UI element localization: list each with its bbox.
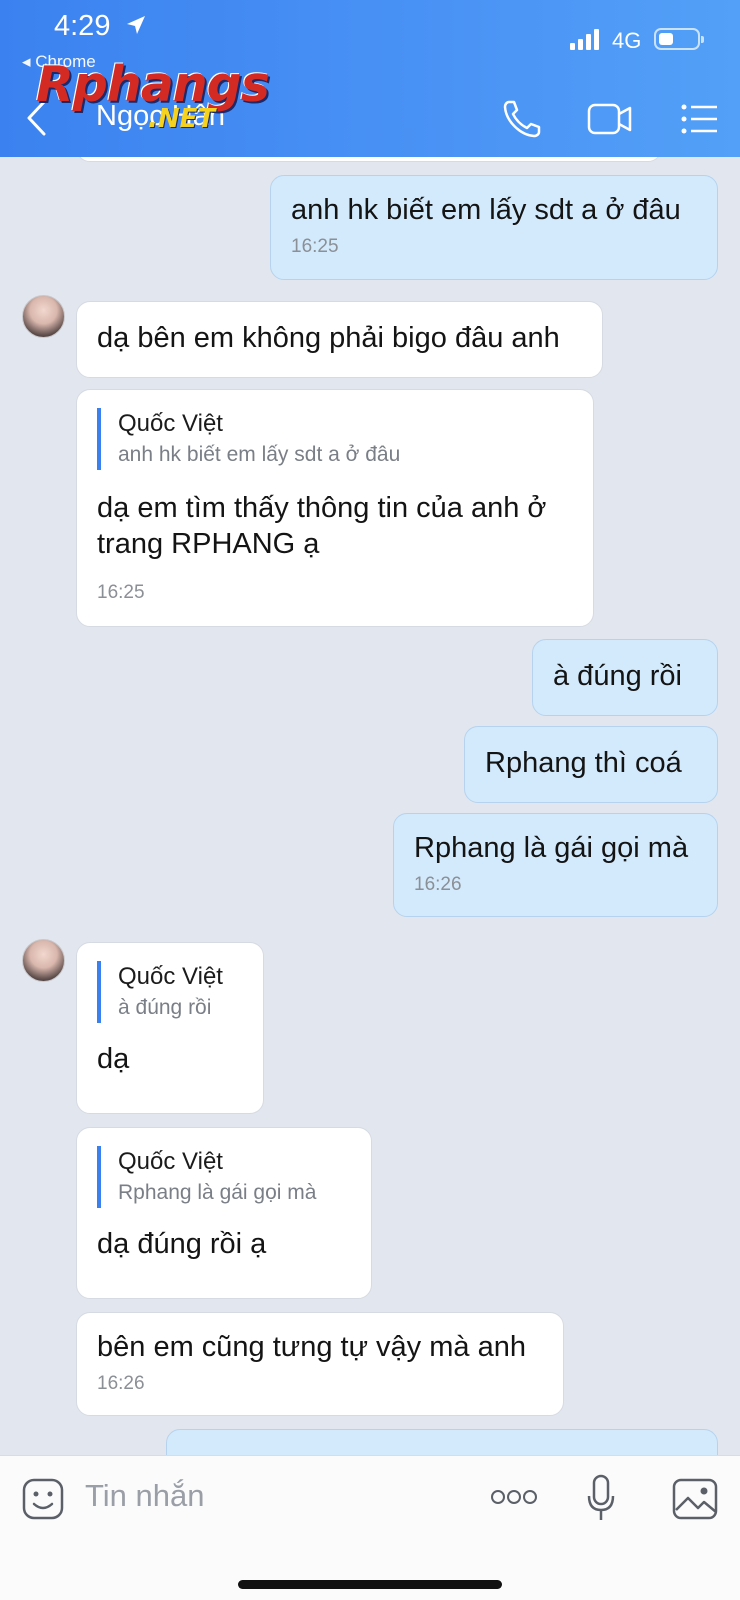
outgoing-message[interactable]: anh hk biết em lấy sdt a ở đâu 16:25: [270, 175, 718, 280]
outgoing-message[interactable]: à đúng rồi: [532, 639, 718, 716]
cellular-signal-icon: [570, 29, 599, 50]
sticker-emoji-icon[interactable]: [22, 1478, 64, 1520]
message-time: 16:25: [97, 582, 145, 603]
incoming-message[interactable]: Quốc Việt à đúng rồi dạ: [76, 942, 264, 1114]
battery-icon: [654, 28, 704, 50]
reply-quote[interactable]: Quốc Việt Rphang là gái gọi mà: [97, 1146, 351, 1208]
message-time: 16:25: [291, 236, 339, 257]
message-time: 16:26: [414, 874, 462, 895]
status-time: 4:29: [54, 10, 111, 42]
reply-sender: Quốc Việt: [118, 1148, 223, 1175]
message-time: 16:26: [97, 1373, 145, 1394]
location-arrow-icon: [127, 16, 145, 34]
menu-list-icon[interactable]: [680, 97, 720, 141]
contact-avatar[interactable]: [22, 939, 65, 982]
home-indicator: [238, 1580, 502, 1589]
message-list[interactable]: anh hk biết em lấy sdt a ở đâu 16:25 dạ …: [0, 157, 740, 1455]
reply-quote[interactable]: Quốc Việt à đúng rồi: [97, 961, 243, 1023]
message-text: à đúng rồi: [553, 660, 682, 692]
chat-header: 4:29 ◂ Chrome 4G Ngọc Hân Rphangs .NET: [0, 0, 740, 157]
reply-sender: Quốc Việt: [118, 410, 223, 437]
reply-text: anh hk biết em lấy sdt a ở đâu: [118, 443, 401, 466]
outgoing-message[interactable]: Rphang là gái gọi mà 16:26: [393, 813, 718, 917]
message-text: dạ em tìm thấy thông tin của anh ở trang…: [97, 492, 547, 560]
message-text: dạ đúng rồi ạ: [97, 1228, 267, 1260]
message-input[interactable]: Tin nhắn: [85, 1478, 205, 1514]
contact-avatar[interactable]: [22, 295, 65, 338]
reply-sender: Quốc Việt: [118, 963, 223, 990]
incoming-message[interactable]: bên em cũng tưng tự vậy mà anh 16:26: [76, 1312, 564, 1416]
message-text: bên em cũng tưng tự vậy mà anh: [97, 1331, 526, 1363]
reply-text: à đúng rồi: [118, 996, 212, 1019]
more-options-icon[interactable]: [490, 1488, 538, 1506]
watermark-suffix: .NET: [148, 104, 216, 134]
reply-quote[interactable]: Quốc Việt anh hk biết em lấy sdt a ở đâu: [97, 408, 573, 470]
incoming-message[interactable]: dạ bên em không phải bigo đâu anh: [76, 301, 603, 378]
photo-gallery-icon[interactable]: [672, 1478, 718, 1520]
message-text: anh hk biết em lấy sdt a ở đâu: [291, 194, 681, 226]
watermark-logo: Rphangs .NET: [36, 56, 270, 134]
message-text: dạ bên em không phải bigo đâu anh: [97, 322, 560, 354]
incoming-message[interactable]: Quốc Việt Rphang là gái gọi mà dạ đúng r…: [76, 1127, 372, 1299]
message-text: Rphang thì coá: [485, 747, 682, 779]
microphone-icon[interactable]: [586, 1474, 616, 1524]
network-type: 4G: [612, 28, 642, 53]
incoming-message[interactable]: Quốc Việt anh hk biết em lấy sdt a ở đâu…: [76, 389, 594, 627]
video-call-icon[interactable]: [586, 97, 634, 141]
partial-message-bubble[interactable]: [166, 1429, 718, 1455]
outgoing-message[interactable]: Rphang thì coá: [464, 726, 718, 803]
phone-call-icon[interactable]: [500, 97, 544, 141]
message-text: dạ: [97, 1043, 130, 1075]
partial-message-bubble[interactable]: [76, 157, 662, 162]
watermark-main: Rphangs: [36, 56, 270, 113]
reply-text: Rphang là gái gọi mà: [118, 1181, 317, 1204]
composer-bar: Tin nhắn: [0, 1455, 740, 1600]
message-text: Rphang là gái gọi mà: [414, 832, 689, 864]
